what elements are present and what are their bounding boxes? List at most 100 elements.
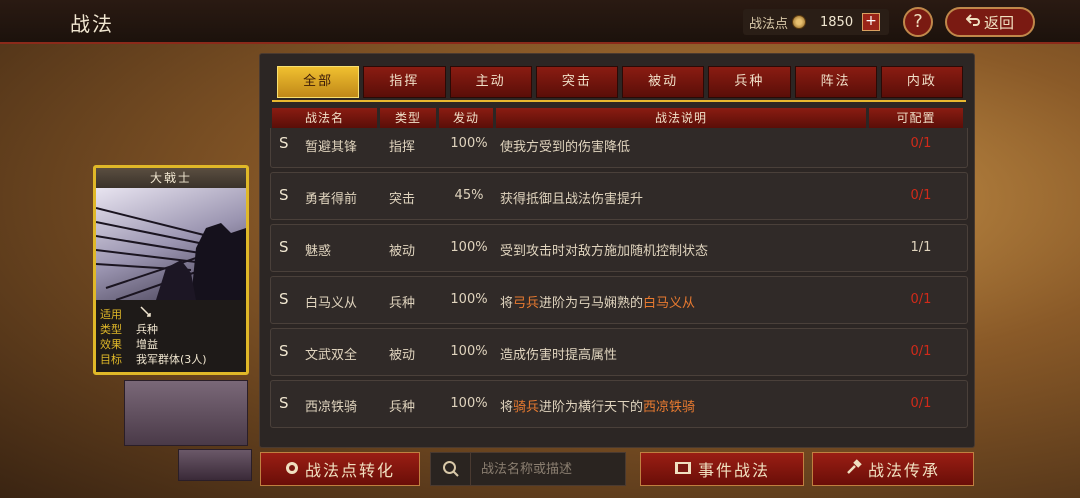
tactic-type: 被动 [389, 244, 416, 259]
tabs-divider [272, 100, 966, 102]
tactic-row[interactable]: S 暂避其锋 指挥 100% 使我方受到的伤害降低 0/1 [270, 128, 968, 168]
effect-value: 增益 [136, 338, 158, 351]
column-header-config[interactable]: 可配置 [869, 108, 963, 128]
search-input[interactable] [471, 461, 621, 477]
convert-label: 战法点转化 [304, 461, 395, 480]
tactic-grade: S [279, 342, 289, 360]
tactic-name: 暂避其锋 [305, 140, 358, 155]
tab-internal[interactable]: 内政 [880, 66, 963, 98]
type-label: 类型 [100, 323, 122, 336]
highlight-text: 骑兵 [513, 400, 540, 415]
highlight-text: 弓兵 [513, 296, 540, 311]
hammer-icon [846, 459, 862, 479]
tactic-points-display: 战法点 1850 + [743, 9, 889, 35]
tactic-name: 魅惑 [305, 244, 332, 259]
tab-passive[interactable]: 被动 [622, 66, 705, 98]
tab-all[interactable]: 全部 [277, 66, 360, 98]
points-label: 战法点 [749, 16, 789, 32]
coin-icon [792, 15, 807, 29]
tactic-config-count: 0/1 [910, 292, 932, 307]
card-title: 大戟士 [96, 168, 246, 188]
apply-label: 适用 [100, 308, 122, 321]
tactic-rate: 100% [450, 344, 488, 359]
description-text: 造成伤害时提高属性 [500, 348, 618, 363]
tactic-rate: 100% [450, 292, 488, 307]
tactic-description: 将弓兵进阶为弓马娴熟的白马义从 [500, 292, 695, 311]
tactic-name: 勇者得前 [305, 192, 358, 207]
target-value: 我军群体(3人) [136, 353, 207, 366]
coin-icon [285, 460, 299, 479]
type-value: 兵种 [136, 323, 158, 336]
tactic-row[interactable]: S 白马义从 兵种 100% 将弓兵进阶为弓马娴熟的白马义从 0/1 [270, 276, 968, 324]
back-button[interactable]: 返回 [945, 7, 1035, 37]
tab-command[interactable]: 指挥 [363, 66, 446, 98]
top-bar: 战法 战法点 1850 + ? 返回 [0, 0, 1080, 44]
description-text: 将 [500, 296, 514, 311]
search-icon[interactable] [431, 453, 471, 485]
tactic-type: 兵种 [389, 296, 416, 311]
tactics-panel: 全部 指挥 主动 突击 被动 兵种 阵法 内政 战法名 类型 发动 战法说明 可… [259, 53, 975, 448]
tactic-rate: 100% [450, 240, 488, 255]
tactic-config-count: 0/1 [910, 344, 932, 359]
troop-thumbnail[interactable] [178, 449, 252, 481]
tactic-grade: S [279, 238, 289, 256]
tab-assault[interactable]: 突击 [535, 66, 618, 98]
column-header-type[interactable]: 类型 [380, 108, 436, 128]
highlight-text: 白马义从 [643, 296, 696, 311]
event-tactics-button[interactable]: 事件战法 [640, 452, 804, 486]
tactic-rate: 45% [454, 188, 484, 203]
effect-label: 效果 [100, 338, 122, 351]
tactic-type: 指挥 [389, 140, 416, 155]
category-tabs: 全部 指挥 主动 突击 被动 兵种 阵法 内政 [277, 66, 963, 100]
tab-active[interactable]: 主动 [449, 66, 532, 98]
tactics-list[interactable]: S 暂避其锋 指挥 100% 使我方受到的伤害降低 0/1 S 勇者得前 突击 45% 获得抵御且战… [270, 128, 968, 448]
tactic-row[interactable]: S 文武双全 被动 100% 造成伤害时提高属性 0/1 [270, 328, 968, 376]
tactic-row[interactable]: S 西凉铁骑 兵种 100% 将骑兵进阶为横行天下的西凉铁骑 0/1 [270, 380, 968, 428]
convert-points-button[interactable]: 战法点转化 [260, 452, 420, 486]
tactic-description: 使我方受到的伤害降低 [500, 136, 630, 155]
description-text: 进阶为弓马娴熟的 [539, 296, 644, 311]
target-label: 目标 [100, 353, 122, 366]
column-header-desc: 战法说明 [496, 108, 866, 128]
add-points-button[interactable]: + [862, 13, 881, 31]
column-header-rate[interactable]: 发动 [439, 108, 493, 128]
tactic-row[interactable]: S 勇者得前 突击 45% 获得抵御且战法伤害提升 0/1 [270, 172, 968, 220]
troop-thumbnail[interactable] [124, 380, 248, 446]
description-text: 使我方受到的伤害降低 [500, 140, 631, 155]
back-arrow-icon [965, 13, 980, 31]
column-header-name[interactable]: 战法名 [272, 108, 377, 128]
tactic-type: 突击 [389, 192, 416, 207]
help-button[interactable]: ? [903, 7, 933, 37]
tactic-description: 造成伤害时提高属性 [500, 344, 617, 363]
points-value: 1850 [820, 14, 854, 30]
spear-icon [139, 306, 152, 321]
back-label: 返回 [983, 13, 1014, 32]
inherit-tactics-button[interactable]: 战法传承 [812, 452, 974, 486]
card-info: 适用 类型 兵种 效果 增益 目标 我军群体(3人) [96, 300, 246, 367]
highlight-text: 西凉铁骑 [643, 400, 696, 415]
tactic-config-count: 1/1 [910, 240, 932, 255]
tactic-name: 白马义从 [305, 296, 358, 311]
inherit-label: 战法传承 [867, 461, 940, 480]
tactic-description: 受到攻击时对敌方施加随机控制状态 [500, 240, 708, 259]
troop-card[interactable]: 大戟士 适用 类型 兵种 效果 增益 目标 我军群体(3人) [93, 165, 249, 375]
tactic-name: 西凉铁骑 [305, 400, 358, 415]
event-label: 事件战法 [697, 461, 770, 480]
tactic-type: 被动 [389, 348, 416, 363]
tactic-name: 文武双全 [305, 348, 358, 363]
tactic-config-count: 0/1 [910, 136, 932, 151]
description-text: 受到攻击时对敌方施加随机控制状态 [500, 244, 709, 259]
tab-formation[interactable]: 阵法 [794, 66, 877, 98]
tactic-rate: 100% [450, 396, 488, 411]
scroll-icon [674, 460, 692, 479]
card-artwork [96, 188, 246, 300]
search-bar[interactable] [430, 452, 626, 486]
tactic-config-count: 0/1 [910, 396, 932, 411]
tactic-rate: 100% [450, 136, 488, 151]
tactic-grade: S [279, 394, 289, 412]
tab-troop[interactable]: 兵种 [708, 66, 791, 98]
table-header: 战法名 类型 发动 战法说明 可配置 [272, 108, 966, 128]
tactic-row[interactable]: S 魅惑 被动 100% 受到攻击时对敌方施加随机控制状态 1/1 [270, 224, 968, 272]
page-title: 战法 [70, 12, 114, 36]
tactic-config-count: 0/1 [910, 188, 932, 203]
